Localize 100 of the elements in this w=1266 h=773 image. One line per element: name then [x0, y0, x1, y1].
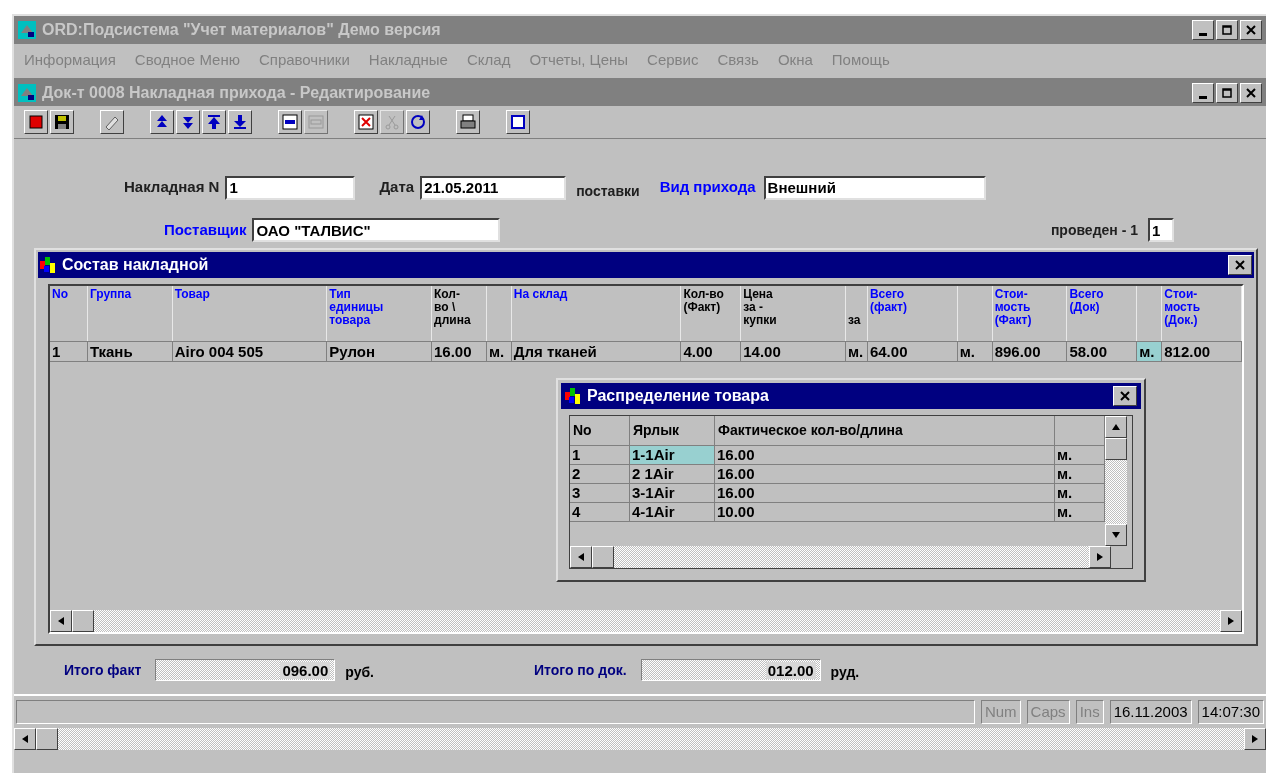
table-cell[interactable]: 3-1Air [630, 484, 715, 502]
table-cell[interactable]: Для тканей [511, 342, 682, 361]
window-icon [509, 113, 527, 131]
scroll-left-button[interactable] [50, 610, 72, 632]
close-button[interactable] [1228, 255, 1252, 275]
scroll-thumb[interactable] [592, 546, 614, 568]
table-cell[interactable]: м. [1055, 446, 1105, 464]
scroll-right-button[interactable] [1244, 728, 1266, 750]
table-cell[interactable]: м. [1055, 503, 1105, 521]
column-header[interactable]: Кол-во (Факт) [683, 288, 739, 314]
column-header[interactable]: No [573, 420, 592, 441]
toolbar-button[interactable] [50, 110, 74, 134]
toolbar-button[interactable] [506, 110, 530, 134]
vertical-scrollbar[interactable] [1105, 416, 1127, 546]
toolbar-button[interactable] [228, 110, 252, 134]
toolbar-button[interactable] [202, 110, 226, 134]
supplier-field[interactable]: ОАО "ТАЛВИС" [252, 218, 501, 242]
minimize-button[interactable] [1192, 83, 1214, 103]
column-header[interactable]: Товар [174, 288, 325, 301]
table-cell[interactable]: 4.00 [681, 342, 742, 361]
table-cell[interactable]: 812.00 [1162, 342, 1242, 361]
column-header[interactable]: Стои- мость (Док.) [1164, 288, 1239, 327]
column-header[interactable]: Стои- мость (Факт) [994, 288, 1065, 327]
toolbar-button[interactable] [278, 110, 302, 134]
minimize-button[interactable] [1192, 20, 1214, 40]
table-cell[interactable]: Ткань [87, 342, 173, 361]
column-header[interactable]: Ярлык [633, 420, 680, 441]
column-header[interactable]: Всего (факт) [869, 288, 955, 314]
invoice-number-field[interactable]: 1 [225, 175, 356, 200]
scroll-thumb[interactable] [1105, 438, 1127, 460]
maximize-button[interactable] [1216, 83, 1238, 103]
scroll-left-button[interactable] [14, 728, 36, 750]
up-arrow-icon [1112, 424, 1120, 430]
table-cell[interactable]: 2 1Air [630, 465, 715, 483]
toolbar-button[interactable] [100, 110, 124, 134]
table-cell[interactable]: м. [957, 342, 993, 361]
table-cell[interactable]: 2 [570, 465, 630, 483]
table-cell[interactable]: м. [1055, 484, 1105, 502]
scroll-up-button[interactable] [1105, 416, 1127, 438]
toolbar-button[interactable] [406, 110, 430, 134]
column-header[interactable]: No [52, 288, 85, 301]
column-header[interactable]: Кол- во \ длина [434, 288, 484, 327]
income-type-field[interactable]: Внешний [763, 175, 986, 200]
table-cell[interactable]: 58.00 [1067, 342, 1138, 361]
table-cell[interactable]: Рулон [327, 342, 432, 361]
toolbar-button[interactable] [150, 110, 174, 134]
close-button[interactable] [1113, 386, 1137, 406]
app-icon [18, 84, 36, 102]
horizontal-scrollbar[interactable] [570, 546, 1111, 568]
currency-label: руд. [830, 662, 860, 682]
table-cell[interactable]: Airo 004 505 [172, 342, 328, 361]
app-icon [18, 21, 36, 39]
scroll-right-button[interactable] [1088, 546, 1111, 568]
total-label: Итого факт [64, 660, 142, 680]
column-header[interactable]: Фактическое кол-во/длина [718, 420, 903, 441]
table-cell[interactable]: 4 [570, 503, 630, 521]
maximize-button[interactable] [1216, 20, 1238, 40]
table-cell[interactable]: м. [1055, 465, 1105, 483]
scroll-right-button[interactable] [1220, 610, 1242, 632]
column-header[interactable]: На склад [513, 288, 679, 301]
table-cell[interactable]: 896.00 [992, 342, 1068, 361]
scroll-down-button[interactable] [1105, 524, 1127, 546]
right-arrow-icon [1252, 735, 1258, 743]
maximize-icon [1221, 24, 1233, 36]
close-button[interactable] [1240, 83, 1262, 103]
field-label: проведен - 1 [1050, 220, 1138, 240]
posted-field[interactable]: 1 [1148, 218, 1174, 242]
column-header[interactable]: Всего (Док) [1069, 288, 1135, 314]
table-cell[interactable]: 16.00 [715, 484, 1055, 502]
table-cell[interactable]: м. [1137, 342, 1163, 361]
field-label: Вид прихода [659, 177, 756, 198]
table-cell[interactable]: 4-1Air [630, 503, 715, 521]
toolbar-button[interactable] [354, 110, 378, 134]
toolbar-button[interactable] [24, 110, 48, 134]
table-cell[interactable]: 16.00 [432, 342, 487, 361]
window-title: ORD:Подсистема "Учет материалов" Демо версия [42, 20, 442, 40]
date-field[interactable]: 21.05.2011 [420, 175, 567, 200]
table-cell[interactable]: 10.00 [715, 503, 1055, 521]
table-cell[interactable]: 64.00 [867, 342, 958, 361]
horizontal-scrollbar[interactable] [14, 728, 1266, 750]
table-cell[interactable]: 16.00 [715, 465, 1055, 483]
toolbar-button[interactable] [176, 110, 200, 134]
table-cell[interactable]: 1-1Air [630, 446, 715, 464]
table-cell[interactable]: 14.00 [741, 342, 846, 361]
table-cell[interactable]: 16.00 [715, 446, 1055, 464]
table-cell[interactable]: 1 [570, 446, 630, 464]
table-cell[interactable]: 3 [570, 484, 630, 502]
table-cell[interactable]: 1 [50, 342, 88, 361]
column-header[interactable]: за [848, 288, 865, 327]
close-button[interactable] [1240, 20, 1262, 40]
horizontal-scrollbar[interactable] [50, 610, 1242, 632]
left-arrow-icon [22, 735, 28, 743]
column-header[interactable]: Цена за - купки [743, 288, 843, 327]
toolbar-button[interactable] [456, 110, 480, 134]
scroll-thumb[interactable] [72, 610, 94, 632]
column-header[interactable]: Тип единицы товара [329, 288, 429, 327]
scroll-left-button[interactable] [570, 546, 592, 568]
table-cell[interactable]: м. [846, 342, 868, 361]
scroll-thumb[interactable] [36, 728, 58, 750]
column-header[interactable]: Группа [89, 288, 170, 301]
